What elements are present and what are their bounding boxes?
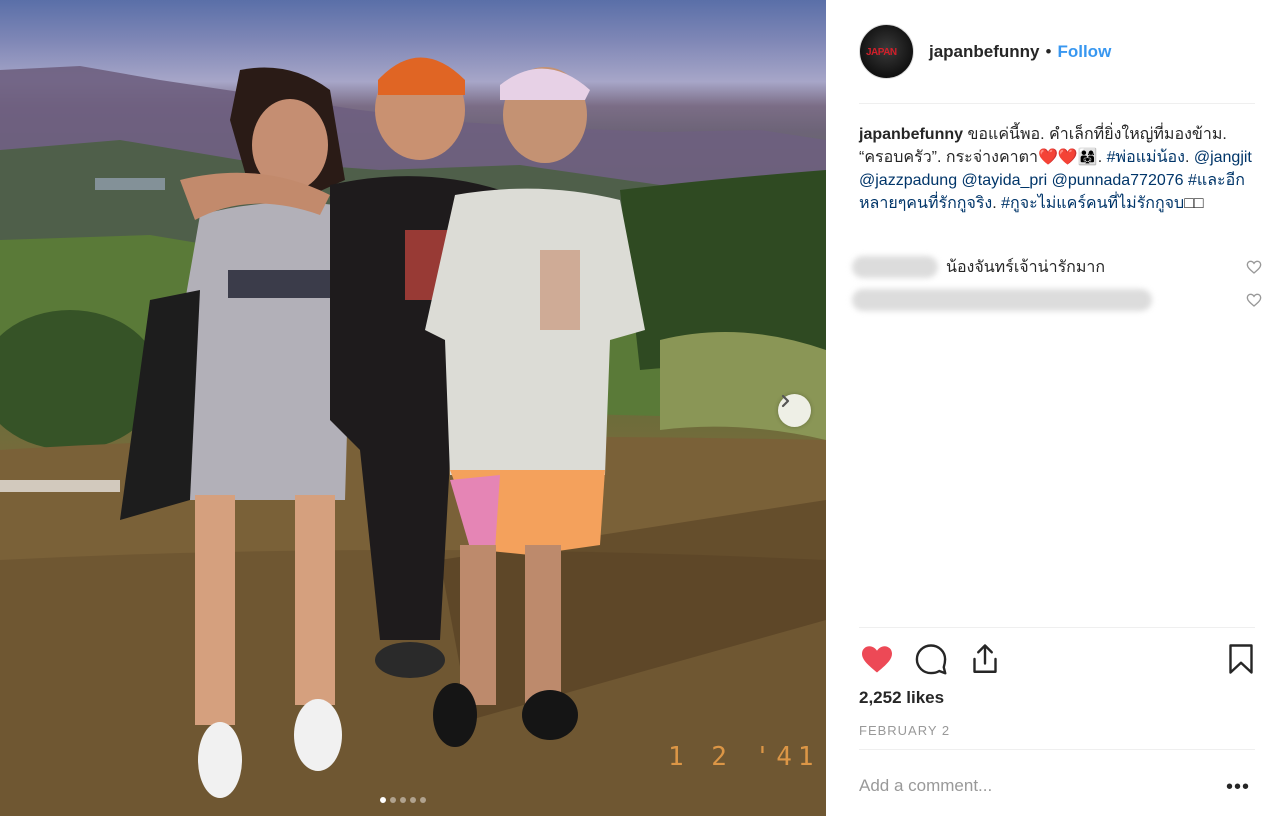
- header-separator: •: [1045, 41, 1052, 61]
- blurred-comment: [852, 289, 1152, 311]
- caption-text: .: [1097, 149, 1107, 166]
- hashtag-link[interactable]: #พ่อแม่น้อง: [1107, 149, 1185, 166]
- hashtag-link[interactable]: #กูจะไม่แคร์คนที่ไม่รักกูจบ: [1001, 195, 1184, 212]
- caption-username[interactable]: japanbefunny: [859, 126, 963, 143]
- caption-text: .: [1184, 149, 1194, 166]
- mention-link[interactable]: @jazzpadung: [859, 172, 957, 189]
- carousel-next-button[interactable]: [778, 394, 811, 427]
- comment-row: น้องจันทร์เจ้าน่ารักมาก: [852, 254, 1272, 280]
- carousel-dot: [420, 797, 426, 803]
- mention-link[interactable]: @jangjit: [1194, 149, 1252, 166]
- more-options-button[interactable]: •••: [1226, 776, 1250, 799]
- share-icon[interactable]: [967, 641, 1003, 677]
- comment-icon[interactable]: [913, 641, 949, 677]
- post-caption: japanbefunny ขอแค่นี้พอ. คำเล็กที่ยิ่งให…: [859, 123, 1259, 215]
- carousel-dot: [400, 797, 406, 803]
- heart-outline-icon[interactable]: [1246, 292, 1262, 308]
- comment-text: น้องจันทร์เจ้าน่ารักมาก: [946, 258, 1106, 276]
- carousel-dot: [410, 797, 416, 803]
- follow-button[interactable]: Follow: [1057, 42, 1111, 62]
- caption-text: .: [992, 195, 997, 212]
- heart-filled-icon[interactable]: [859, 641, 895, 677]
- actions-divider: [859, 627, 1255, 628]
- heart-outline-icon[interactable]: [1246, 259, 1262, 275]
- post-header: JAPAN japanbefunny • Follow: [859, 24, 1111, 79]
- comment-row: [852, 287, 1272, 313]
- avatar-logo-text: JAPAN: [866, 47, 897, 58]
- likes-count[interactable]: 2,252 likes: [859, 688, 944, 708]
- carousel-dots: [380, 797, 426, 803]
- mention-link[interactable]: @tayida_pri: [962, 172, 1048, 189]
- photo-date-stamp: 1 2 '41: [668, 742, 820, 772]
- carousel-dot: [390, 797, 396, 803]
- post-photo[interactable]: 1 2 '41: [0, 0, 826, 816]
- header-divider: [859, 103, 1255, 104]
- carousel-dot: [380, 797, 386, 803]
- caption-emoji: ❤️❤️👨‍👩‍👧: [1038, 149, 1098, 166]
- bookmark-icon[interactable]: [1223, 641, 1259, 677]
- post-date[interactable]: FEBRUARY 2: [859, 723, 950, 738]
- caption-trail: □□: [1184, 195, 1204, 212]
- post-actions: [859, 641, 1259, 677]
- photo-scene: [0, 57, 826, 816]
- add-comment-input[interactable]: Add a comment...: [859, 776, 992, 796]
- mention-link[interactable]: @punnada772076: [1052, 172, 1184, 189]
- post-side-panel: JAPAN japanbefunny • Follow japanbefunny…: [826, 0, 1280, 816]
- avatar[interactable]: JAPAN: [859, 24, 914, 79]
- username-link[interactable]: japanbefunny: [929, 42, 1040, 62]
- comment-divider: [859, 749, 1255, 750]
- blurred-username: [852, 256, 938, 278]
